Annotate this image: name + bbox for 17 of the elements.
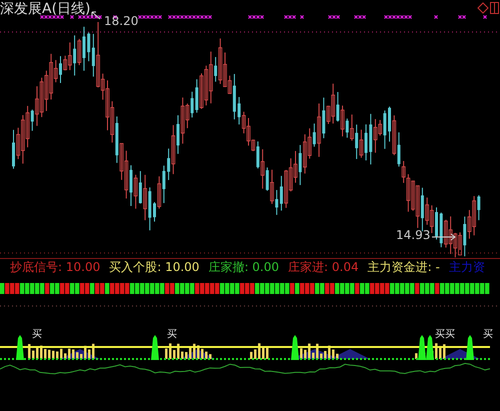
indicator-label: 主力资 [448, 259, 485, 275]
buy-signal-label: 买买 [435, 328, 455, 341]
high-price-label: 18.20 [104, 14, 138, 28]
chart-title: 深发展A(日线) [0, 0, 91, 18]
indicator-label: 庄家进: 0.04 [288, 259, 359, 275]
buy-signal-label: 买 [483, 328, 493, 341]
indicator-label: 庄家撤: 0.00 [208, 259, 280, 275]
low-price-label: 14.93 [396, 228, 430, 242]
buy-signal-label: 买 [32, 328, 42, 341]
buy-signal-label: 买 [167, 328, 177, 341]
diamond-icon[interactable] [477, 2, 489, 14]
arrow-icon [432, 234, 456, 240]
indicator-label: 抄底信号: 10.00 [10, 259, 100, 275]
panel-layout-icon[interactable] [490, 2, 499, 14]
indicator-label: 主力资金进: - [368, 259, 440, 275]
indicator-label: 买入个股: 10.00 [109, 259, 200, 275]
leader-line [92, 12, 100, 20]
